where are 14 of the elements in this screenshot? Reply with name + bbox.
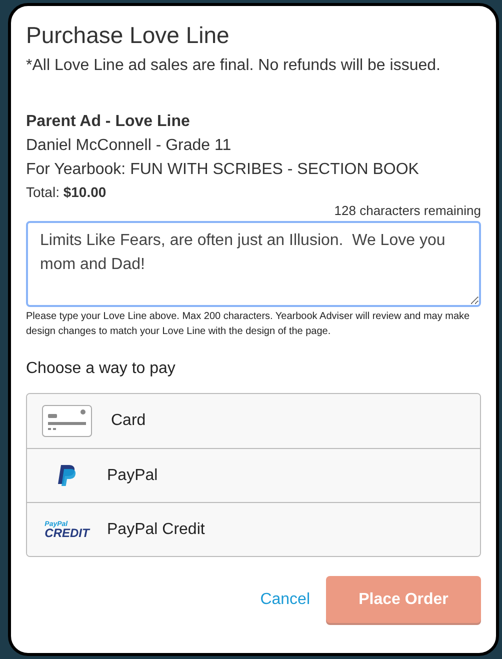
yearbook-text: For Yearbook: FUN WITH SCRIBES - SECTION BOOK (26, 160, 420, 180)
student-text: Daniel McConnell - Grade 11 (26, 136, 232, 156)
payment-heading: Choose a way to pay (26, 359, 176, 379)
item-name: Parent Ad - Love Line (26, 112, 191, 132)
credit-card-icon (42, 405, 92, 437)
character-counter: 128 characters remaining (334, 202, 481, 220)
paypal-p-icon (57, 464, 77, 486)
payment-option[interactable]: PayPal (27, 448, 480, 502)
help-text: Please type your Love Line above. Max 200 characters. Yearbook Adviser will review and may make design changes to match your Love Line with the design of the page. (26, 310, 471, 339)
payment-option[interactable]: Card (27, 394, 480, 448)
dialog-title: Purchase Love Line (26, 21, 230, 50)
message-field[interactable]: Limits Like Fears, are often just an Illusion. We Love you mom and Dad! (26, 221, 481, 307)
total-text: Total: $10.00 (26, 183, 106, 202)
notice-text: *All Love Line ad sales are final. No refunds will be issued. (26, 56, 442, 76)
